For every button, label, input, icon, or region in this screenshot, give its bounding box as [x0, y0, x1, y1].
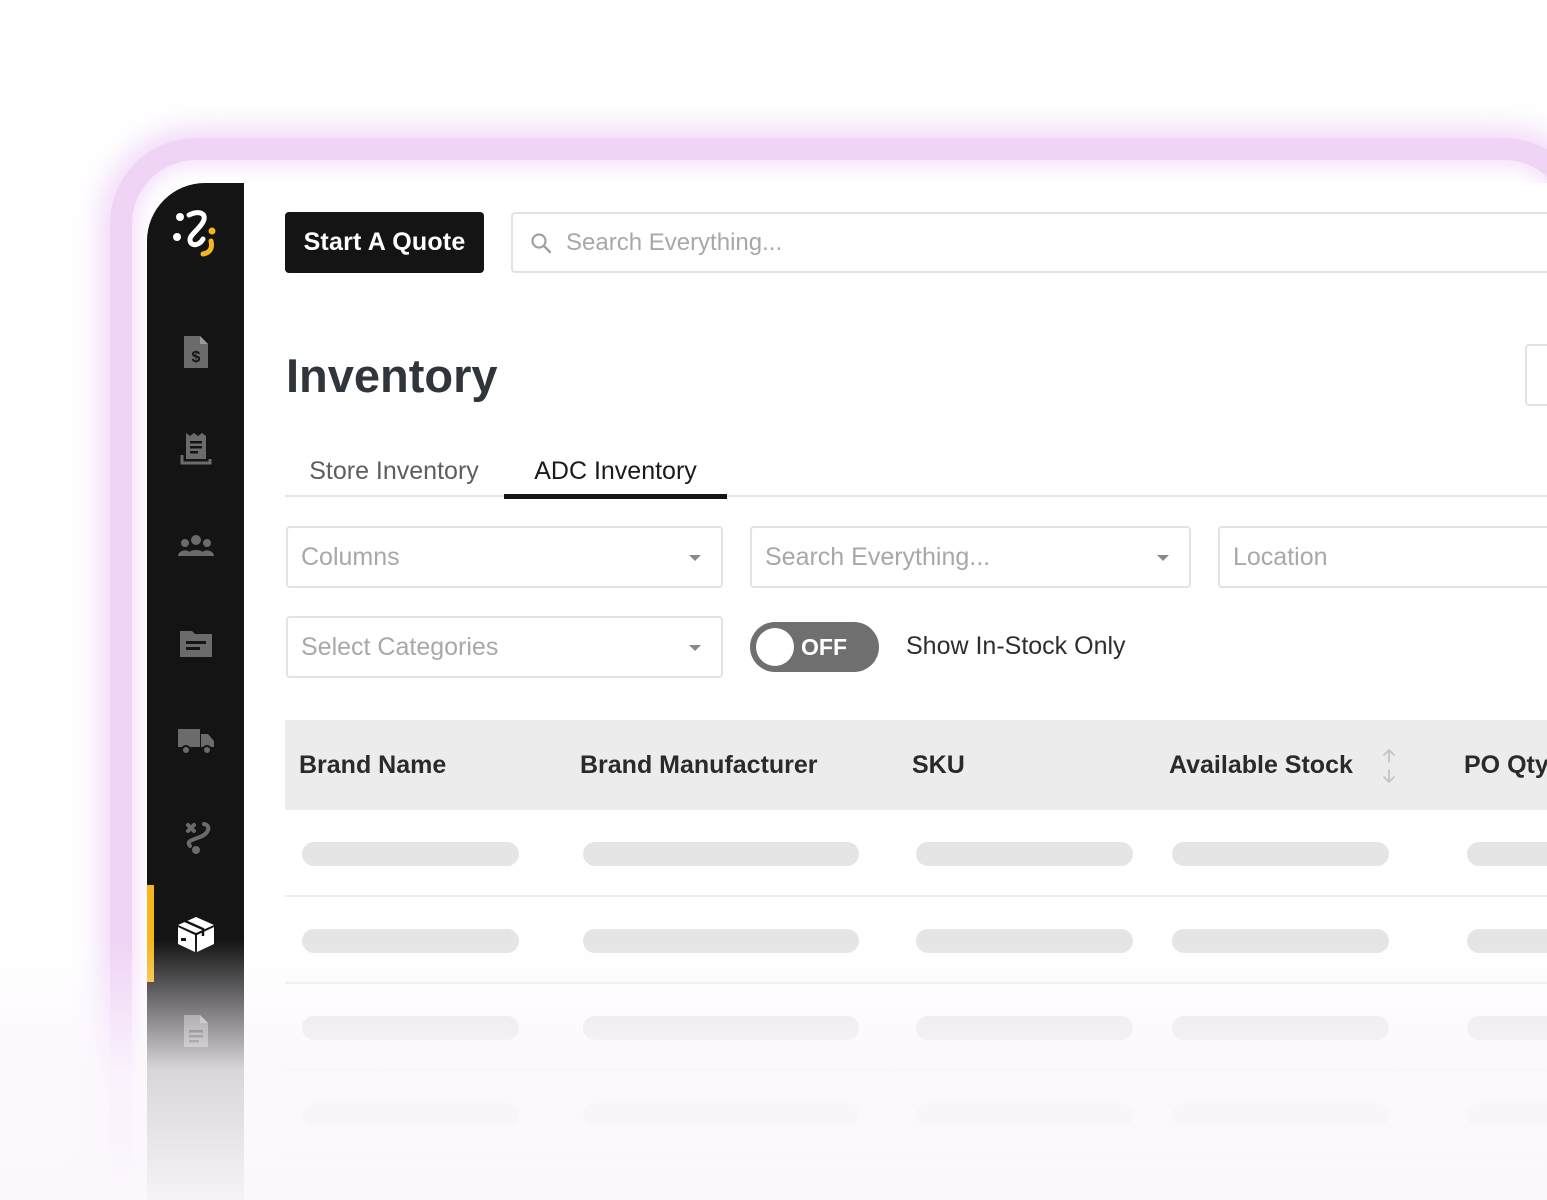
skeleton-cell: [916, 842, 1133, 866]
inventory-table: Brand Name Brand Manufacturer SKU Availa…: [285, 720, 1547, 1158]
column-header-available-stock[interactable]: Available Stock: [1169, 720, 1353, 810]
location-placeholder: Location: [1233, 542, 1328, 571]
tab-adc-inventory[interactable]: ADC Inventory: [504, 445, 727, 499]
tab-store-inventory[interactable]: Store Inventory: [285, 445, 503, 497]
search-placeholder: Search Everything...: [566, 228, 783, 256]
main-content: Start A Quote Search Everything... Inven…: [244, 183, 1547, 1200]
table-header: Brand Name Brand Manufacturer SKU Availa…: [285, 720, 1547, 810]
table-row: [285, 1071, 1547, 1158]
route-icon: [185, 821, 210, 854]
sidebar: $: [147, 183, 244, 1200]
brand-logo: [173, 210, 216, 257]
global-search-input[interactable]: Search Everything...: [511, 212, 1547, 273]
column-header-brand-manufacturer[interactable]: Brand Manufacturer: [580, 720, 818, 810]
users-group-icon: [177, 534, 214, 556]
skeleton-cell: [583, 1103, 859, 1127]
svg-text:$: $: [191, 349, 200, 366]
page-title: Inventory: [286, 349, 498, 402]
app-window: $ Start A Quote Search Everything... Inv…: [147, 183, 1547, 1200]
skeleton-cell: [302, 1103, 519, 1127]
chevron-down-icon: [689, 555, 701, 561]
skeleton-cell: [1467, 1016, 1547, 1040]
skeleton-cell: [302, 1016, 519, 1040]
sidebar-item-files[interactable]: [147, 594, 244, 691]
toggle-knob: [756, 628, 794, 666]
sidebar-item-quotes[interactable]: $: [147, 303, 244, 400]
sidebar-item-documents[interactable]: [147, 982, 244, 1079]
skeleton-cell: [916, 1016, 1133, 1040]
column-header-po-qty[interactable]: PO Qty: [1464, 720, 1547, 810]
filter-search-placeholder: Search Everything...: [765, 542, 991, 571]
sidebar-item-shipping[interactable]: [147, 691, 244, 788]
categories-placeholder: Select Categories: [301, 632, 499, 661]
sidebar-item-orders[interactable]: [147, 400, 244, 497]
table-row: [285, 897, 1547, 984]
skeleton-cell: [302, 929, 519, 953]
table-row: [285, 810, 1547, 897]
table-row: [285, 984, 1547, 1071]
columns-placeholder: Columns: [301, 542, 400, 571]
categories-select[interactable]: Select Categories: [286, 616, 723, 678]
column-header-brand-name[interactable]: Brand Name: [299, 720, 446, 810]
receipt-icon: [180, 432, 211, 464]
inventory-tabs: Store Inventory ADC Inventory: [285, 445, 1547, 499]
skeleton-cell: [583, 1016, 859, 1040]
filter-search-select[interactable]: Search Everything...: [750, 526, 1191, 588]
skeleton-cell: [916, 929, 1133, 953]
start-quote-button[interactable]: Start A Quote: [285, 212, 484, 273]
skeleton-cell: [583, 842, 859, 866]
skeleton-cell: [1172, 842, 1389, 866]
skeleton-cell: [1467, 1103, 1547, 1127]
search-icon: [531, 232, 552, 253]
skeleton-cell: [583, 929, 859, 953]
sort-icon[interactable]: [1380, 746, 1398, 786]
page-action-button[interactable]: [1525, 344, 1547, 406]
column-header-sku[interactable]: SKU: [912, 720, 965, 810]
in-stock-toggle-label: Show In-Stock Only: [906, 632, 1126, 660]
invoice-dollar-icon: $: [183, 335, 208, 368]
skeleton-cell: [1467, 842, 1547, 866]
sidebar-item-inventory[interactable]: [147, 885, 244, 982]
chevron-down-icon: [689, 645, 701, 651]
location-select[interactable]: Location: [1218, 526, 1547, 588]
skeleton-cell: [1172, 1016, 1389, 1040]
box-icon: [177, 916, 214, 952]
skeleton-cell: [1172, 929, 1389, 953]
truck-icon: [177, 728, 214, 755]
skeleton-cell: [1172, 1103, 1389, 1127]
columns-select[interactable]: Columns: [286, 526, 723, 588]
in-stock-toggle[interactable]: OFF: [750, 622, 879, 672]
skeleton-cell: [1467, 929, 1547, 953]
chevron-down-icon: [1157, 555, 1169, 561]
document-icon: [183, 1014, 208, 1047]
skeleton-cell: [302, 842, 519, 866]
folder-icon: [179, 630, 212, 657]
sidebar-item-customers[interactable]: [147, 497, 244, 594]
sidebar-item-routes[interactable]: [147, 788, 244, 885]
toggle-state: OFF: [801, 633, 847, 660]
skeleton-cell: [916, 1103, 1133, 1127]
